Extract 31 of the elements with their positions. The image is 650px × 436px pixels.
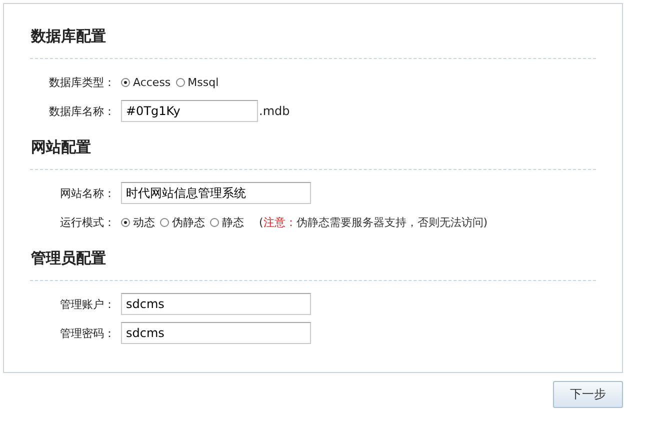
- input-field[interactable]: sdcms: [121, 322, 311, 344]
- field-label: 管理账户：: [59, 296, 116, 312]
- field-label: 数据库名称：: [48, 104, 116, 118]
- section-heading: 数据库配置: [30, 26, 107, 46]
- section-heading: 网站配置: [30, 137, 92, 157]
- section-heading: 管理员配置: [30, 248, 107, 268]
- radio-label: 动态: [133, 214, 155, 230]
- radio-option[interactable]: 动态: [121, 214, 155, 230]
- radio-icon[interactable]: [121, 78, 130, 86]
- note-text: (注意：伪静态需要服务器支持，否则无法访问): [259, 214, 488, 230]
- radio-option[interactable]: 伪静态: [160, 214, 205, 230]
- field-label: 运行模式：: [59, 214, 116, 230]
- suffix-text: .mdb: [259, 104, 290, 118]
- radio-option[interactable]: 静态: [210, 214, 244, 230]
- radio-label: 伪静态: [172, 214, 205, 230]
- field-label: 管理密码：: [59, 326, 116, 340]
- radio-option[interactable]: Access: [121, 76, 171, 88]
- radio-icon[interactable]: [176, 78, 185, 86]
- radio-icon[interactable]: [210, 218, 219, 226]
- field-label: 网站名称：: [59, 186, 116, 200]
- input-field[interactable]: 时代网站信息管理系统: [121, 182, 311, 204]
- input-field[interactable]: #0Tg1Ky: [121, 100, 258, 122]
- input-field[interactable]: sdcms: [121, 293, 311, 315]
- radio-label: Access: [133, 76, 171, 88]
- radio-label: 静态: [222, 214, 244, 230]
- next-button[interactable]: 下一步: [553, 381, 623, 408]
- radio-icon[interactable]: [160, 218, 169, 226]
- radio-option[interactable]: Mssql: [176, 76, 219, 88]
- radio-label: Mssql: [188, 76, 219, 88]
- radio-icon[interactable]: [121, 218, 130, 226]
- field-label: 数据库类型：: [48, 74, 116, 90]
